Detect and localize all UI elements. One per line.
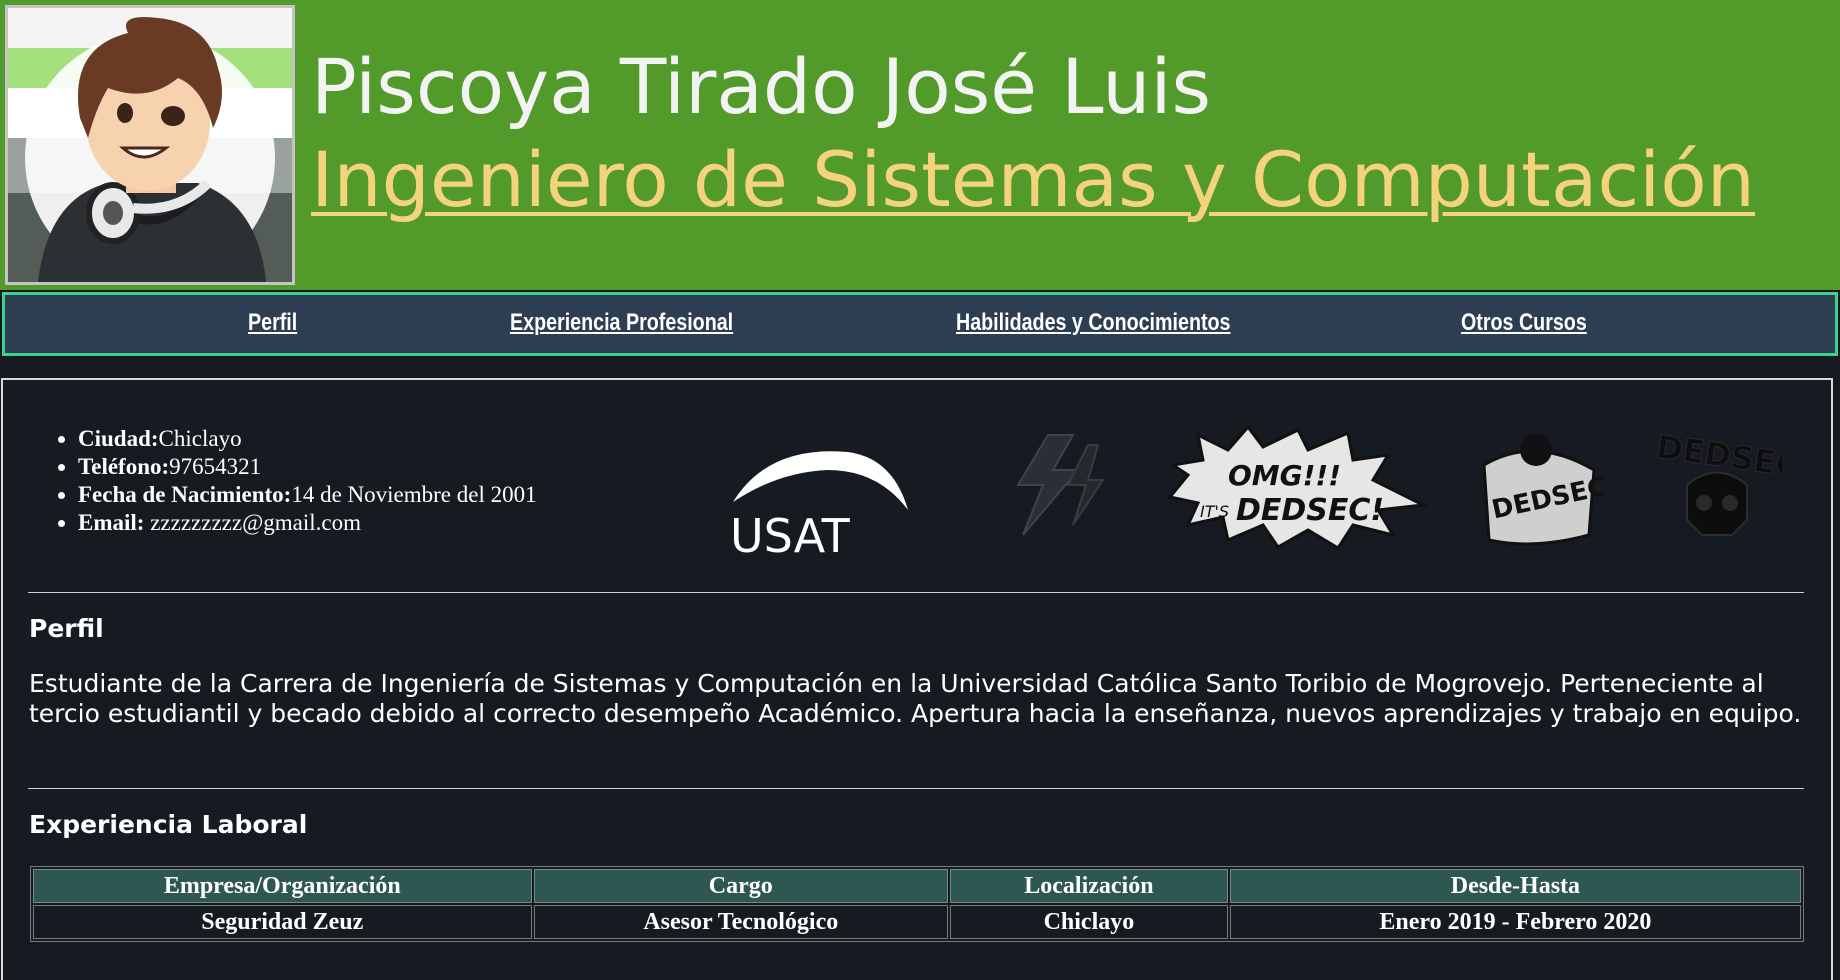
info-birthdate: Fecha de Nacimiento:14 de Noviembre del … (78, 481, 537, 509)
contact-info-list: Ciudad:Chiclayo Teléfono:97654321 Fecha … (78, 425, 537, 537)
nav-link-experiencia-profesional[interactable]: Experiencia Profesional (510, 309, 733, 337)
header-profession[interactable]: Ingeniero de Sistemas y Computación (311, 135, 1755, 225)
info-city: Ciudad:Chiclayo (78, 425, 537, 453)
perfil-text: Estudiante de la Carrera de Ingeniería d… (29, 669, 1802, 728)
perfil-title: Perfil (29, 614, 104, 643)
experiencia-title: Experiencia Laboral (29, 810, 308, 839)
dedsec-badge-logo: DEDSEC (1482, 434, 1604, 546)
svg-text:OMG!!!: OMG!!! (1228, 459, 1341, 492)
svg-text:IT'S: IT'S (1200, 502, 1229, 521)
header-cargo: Cargo (533, 869, 949, 903)
divider-1 (28, 592, 1804, 593)
header-empresa: Empresa/Organización (33, 869, 532, 903)
nav-link-otros-cursos[interactable]: Otros Cursos (1461, 309, 1587, 337)
glitch-lightning-icon (1016, 434, 1105, 536)
nav-bar: Perfil Experiencia Profesional Habilidad… (2, 292, 1838, 356)
dedsec-skull-logo: DEDSEC (1654, 427, 1782, 536)
nav-link-habilidades[interactable]: Habilidades y Conocimientos (956, 309, 1230, 337)
avatar-illustration (8, 8, 292, 282)
header-localizacion: Localización (950, 869, 1228, 903)
info-email: Email: zzzzzzzzz@gmail.com (78, 509, 537, 537)
omg-dedsec-logo: OMG!!! IT'S DEDSEC! (1168, 425, 1428, 550)
header: Piscoya Tirado José Luis Ingeniero de Si… (0, 0, 1840, 290)
usat-logo: USAT (730, 451, 908, 560)
experience-table: Empresa/Organización Cargo Localización … (30, 866, 1804, 942)
svg-text:DEDSEC!: DEDSEC! (1236, 493, 1384, 528)
header-name: Piscoya Tirado José Luis (311, 42, 1212, 131)
svg-text:USAT: USAT (730, 509, 851, 560)
divider-2 (28, 788, 1804, 789)
nav-link-perfil[interactable]: Perfil (248, 309, 297, 337)
info-phone: Teléfono:97654321 (78, 453, 537, 481)
header-desde-hasta: Desde-Hasta (1229, 869, 1801, 903)
avatar (5, 5, 295, 285)
table-header-row: Empresa/Organización Cargo Localización … (33, 869, 1801, 903)
